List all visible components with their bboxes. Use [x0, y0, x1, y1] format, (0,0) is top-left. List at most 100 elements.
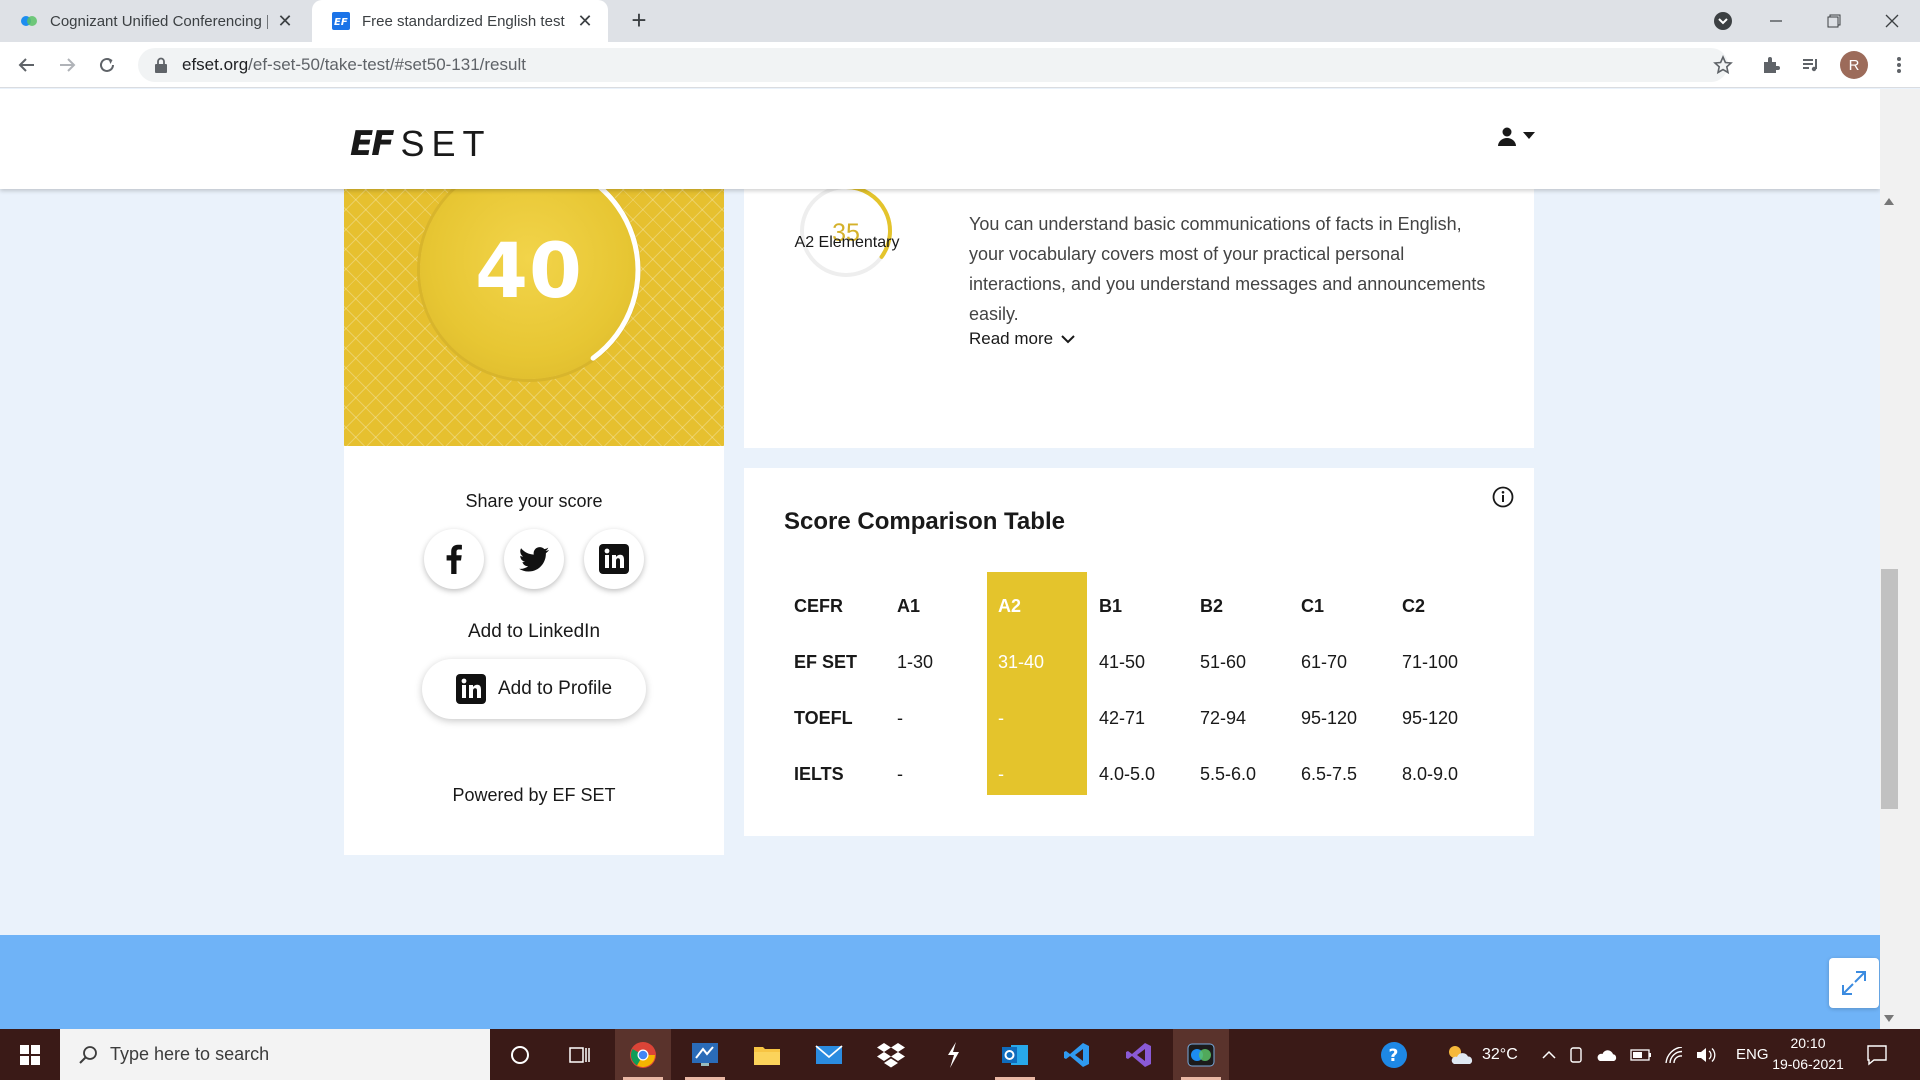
task-view-button[interactable]: [552, 1029, 608, 1080]
media-control-button[interactable]: [1798, 52, 1824, 78]
system-tray[interactable]: ENG: [1542, 1029, 1769, 1080]
cortana-button[interactable]: [492, 1029, 548, 1080]
weather-widget[interactable]: 32°C: [1446, 1029, 1518, 1080]
logo-set: SET: [400, 123, 492, 164]
taskbar-app-bolt[interactable]: [925, 1029, 981, 1080]
read-more-button[interactable]: Read more: [969, 329, 1075, 349]
windows-taskbar: Type here to search ? 32°C ENG 20:10 19-…: [0, 1029, 1920, 1080]
webex-favicon-icon: [21, 16, 37, 26]
scroll-up-icon: [1884, 198, 1894, 205]
score-progress-ring: [590, 189, 641, 361]
start-button[interactable]: [0, 1029, 60, 1080]
playlist-icon: [1803, 59, 1817, 72]
scroll-down-icon: [1884, 1015, 1894, 1022]
help-icon: ?: [1381, 1041, 1407, 1068]
bookmark-star-button[interactable]: [1710, 52, 1736, 78]
close-tab-icon[interactable]: ✕: [576, 11, 594, 32]
table-cell: 51-60: [1200, 651, 1247, 672]
row-header-cell: TOEFL: [794, 707, 853, 728]
browser-toolbar: efset.org/ef-set-50/take-test/#set50-131…: [0, 42, 1920, 88]
level-name: A2 Elementary: [794, 234, 900, 251]
restore-button[interactable]: [1806, 0, 1862, 42]
table-cell: 72-94: [1200, 707, 1247, 728]
battery-icon: [1630, 1048, 1651, 1061]
remote-desktop-icon: [692, 1042, 718, 1066]
user-menu[interactable]: [1497, 126, 1535, 146]
language-indicator[interactable]: ENG: [1736, 1046, 1769, 1063]
linkedin-share-button[interactable]: [584, 529, 644, 589]
page-viewport: EF SET 40 Share your score Add to Linked…: [0, 89, 1880, 1029]
taskbar-chrome[interactable]: [615, 1029, 671, 1080]
taskbar-file-explorer[interactable]: [739, 1029, 795, 1080]
taskbar-outlook[interactable]: [987, 1029, 1043, 1080]
taskbar-visual-studio[interactable]: [1111, 1029, 1167, 1080]
chrome-icon: [630, 1041, 656, 1068]
browser-menu-button[interactable]: [1886, 52, 1912, 78]
table-cell: 95-120: [1301, 707, 1358, 728]
table-cell: 95-120: [1402, 707, 1459, 728]
row-header-cell: EF SET: [794, 651, 858, 672]
extensions-button[interactable]: [1758, 52, 1784, 78]
clock-date: 19-06-2021: [1772, 1056, 1844, 1072]
table-cell: 61-70: [1301, 651, 1348, 672]
comparison-table: CEFR A1 A2 B1 B2 C1 C2 EF SET 1-30 31-40 41-50 51-6…: [784, 578, 1493, 802]
taskbar-clock[interactable]: 20:10 19-06-2021: [1768, 1033, 1848, 1075]
tab-search-button[interactable]: [1695, 0, 1751, 42]
user-icon: [1498, 127, 1516, 146]
table-cell: 71-100: [1402, 651, 1459, 672]
close-window-button[interactable]: [1864, 0, 1920, 42]
comparison-row: TOEFL - - 42-71 72-94 95-120 95-120: [784, 690, 1493, 746]
close-tab-icon[interactable]: ✕: [276, 11, 294, 32]
folder-icon: [754, 1046, 780, 1065]
table-cell: A1: [897, 595, 921, 616]
efset-logo[interactable]: EF SET: [350, 123, 491, 165]
reload-button[interactable]: [92, 50, 122, 80]
linkedin-icon: [455, 674, 486, 704]
twitter-share-button[interactable]: [504, 529, 564, 589]
level-description-card: 35 A2 Elementary You can understand basi…: [744, 185, 1534, 448]
scrollbar-thumb[interactable]: [1881, 569, 1898, 809]
star-icon: [1713, 55, 1733, 75]
expand-button[interactable]: [1829, 958, 1879, 1008]
close-icon: [1885, 14, 1899, 28]
read-more-label: Read more: [969, 329, 1054, 348]
notifications-button[interactable]: [1866, 1029, 1888, 1080]
address-bar[interactable]: efset.org/ef-set-50/take-test/#set50-131…: [138, 48, 1728, 82]
tab-title: Free standardized English test ca: [362, 12, 568, 30]
back-button[interactable]: [12, 50, 42, 80]
minimize-button[interactable]: [1748, 0, 1804, 42]
ring-progress-arc: [590, 189, 641, 361]
taskbar-dropbox[interactable]: [863, 1029, 919, 1080]
help-tray-icon[interactable]: ?: [1380, 1029, 1408, 1080]
taskbar-mail[interactable]: [801, 1029, 857, 1080]
svg-text:?: ?: [1389, 1046, 1399, 1066]
cortana-icon: [511, 1045, 529, 1064]
ef-favicon-icon: EF: [332, 12, 350, 30]
comparison-title: Score Comparison Table: [784, 508, 1065, 535]
forward-button[interactable]: [52, 50, 82, 80]
row-header-cell: CEFR: [794, 595, 843, 616]
table-cell: 5.5-6.0: [1200, 763, 1257, 784]
weather-temp: 32°C: [1482, 1045, 1518, 1063]
task-view-icon: [569, 1046, 590, 1063]
expand-icon: [1842, 971, 1866, 995]
table-cell: -: [998, 763, 1004, 784]
chevron-down-icon: [1061, 335, 1075, 344]
add-to-profile-button[interactable]: Add to Profile: [422, 659, 646, 719]
profile-avatar[interactable]: R: [1840, 51, 1868, 79]
weather-partly-cloudy-icon: [1449, 1045, 1473, 1064]
new-tab-button[interactable]: +: [624, 6, 654, 36]
tab-efset[interactable]: EF Free standardized English test ca ✕: [312, 0, 608, 42]
page-scrollbar[interactable]: [1880, 89, 1920, 1029]
taskbar-remote-desktop[interactable]: [677, 1029, 733, 1080]
volume-icon: [1697, 1047, 1716, 1062]
dropbox-icon: [877, 1042, 905, 1067]
facebook-share-button[interactable]: [424, 529, 484, 589]
taskbar-webex[interactable]: [1173, 1029, 1229, 1080]
info-icon[interactable]: [1492, 486, 1514, 508]
tab-cognizant[interactable]: Cognizant Unified Conferencing | ✕: [0, 0, 308, 42]
taskbar-vscode[interactable]: [1049, 1029, 1105, 1080]
comparison-row: EF SET 1-30 31-40 41-50 51-60 61-70 71-100: [784, 634, 1493, 690]
taskbar-search[interactable]: Type here to search: [60, 1029, 490, 1080]
add-to-linkedin-title: Add to LinkedIn: [467, 621, 601, 642]
